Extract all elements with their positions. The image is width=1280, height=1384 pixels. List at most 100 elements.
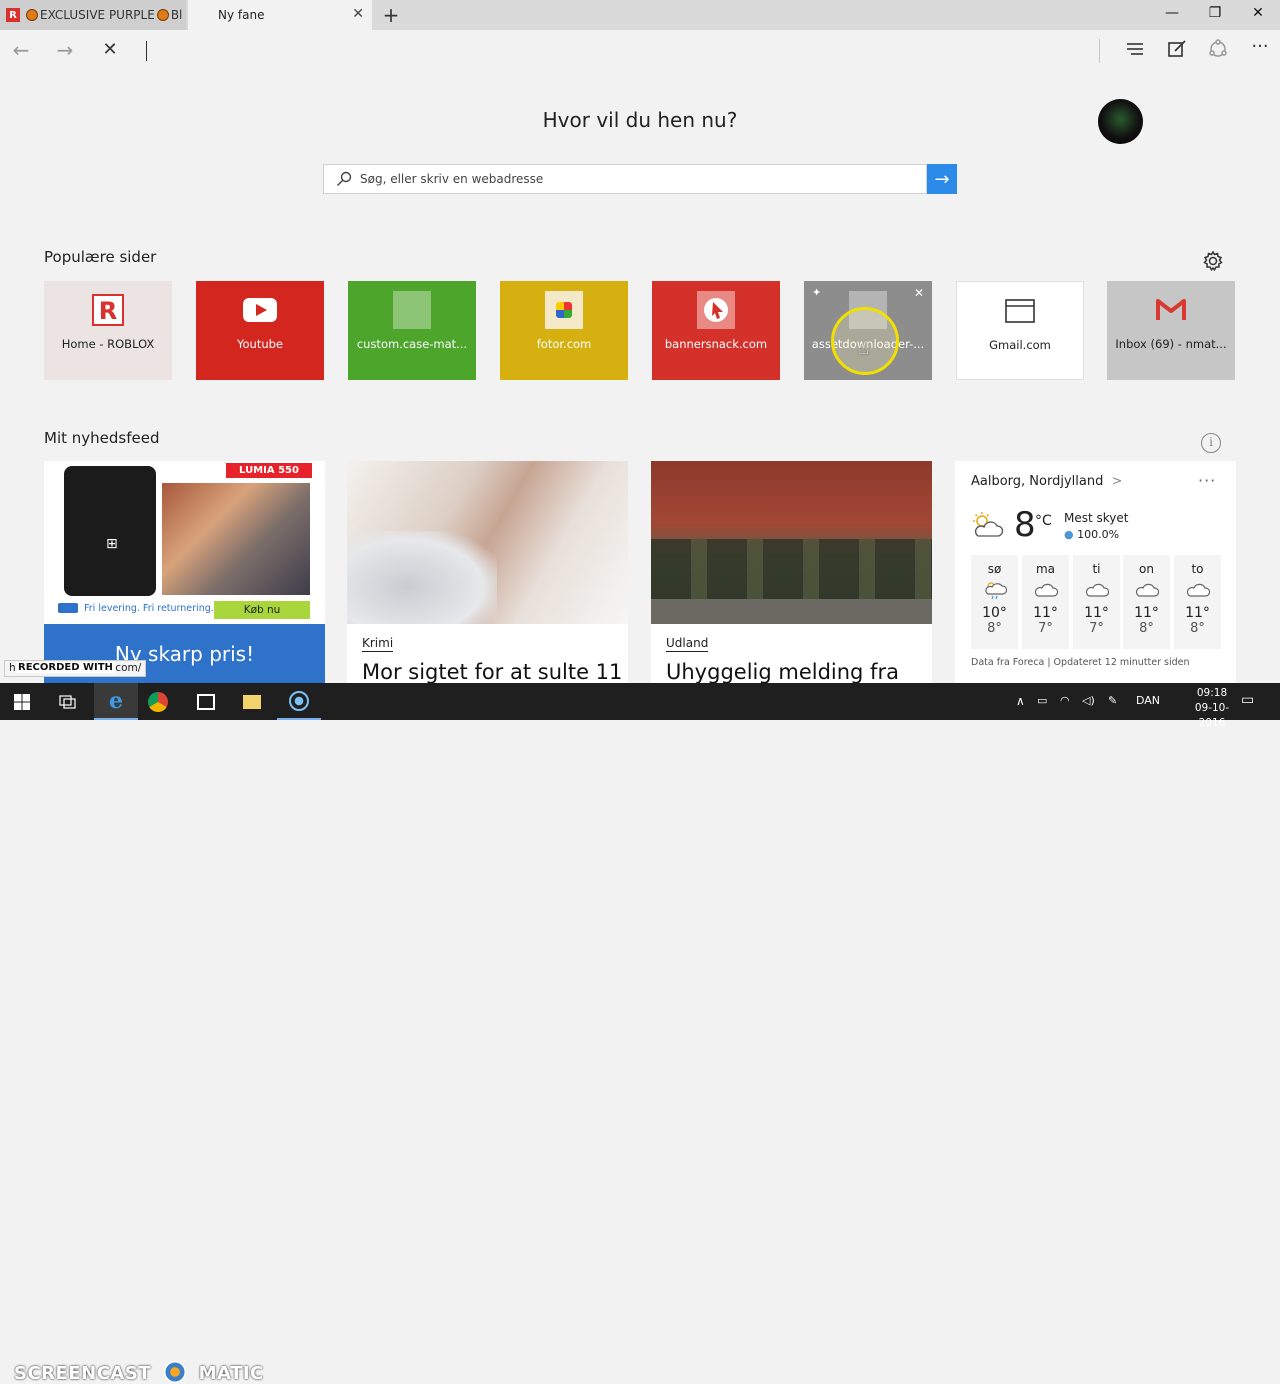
- ad-shipping: Fri levering. Fri returnering.: [84, 603, 214, 614]
- weather-card[interactable]: Aalborg, Nordjylland > ··· 8 °C Mest sky…: [955, 461, 1236, 686]
- forecast-low: 8°: [1139, 621, 1154, 636]
- svg-text:R: R: [99, 297, 117, 325]
- forecast-day[interactable]: on 11° 8°: [1123, 555, 1170, 649]
- weather-location[interactable]: Aalborg, Nordjylland >: [971, 474, 1122, 489]
- action-center-icon[interactable]: ▭: [1241, 692, 1254, 708]
- top-site-tile[interactable]: Youtube: [196, 281, 324, 380]
- cloud-icon: [1073, 580, 1120, 602]
- more-icon[interactable]: ···: [1247, 36, 1273, 57]
- weather-temp: 8: [1014, 505, 1036, 545]
- web-note-icon[interactable]: [1164, 39, 1190, 64]
- stop-button[interactable]: ✕: [97, 39, 123, 60]
- edge-taskbar-button[interactable]: e: [94, 683, 138, 720]
- forecast-day[interactable]: to 11° 8°: [1174, 555, 1221, 649]
- news-card-udland[interactable]: Udland Uhyggelig melding fra: [651, 461, 932, 686]
- chrome-taskbar-button[interactable]: [136, 683, 180, 720]
- taskbar: e SCREENCAST MATIC ∧ ▭ ◠ ◁) ✎ DAN 09:18 …: [0, 683, 1280, 1384]
- forecast-high: 11°: [1134, 605, 1159, 621]
- search-go-button[interactable]: →: [927, 164, 957, 194]
- news-feed-title: Mit nyhedsfeed: [44, 429, 160, 447]
- forecast-high: 11°: [1084, 605, 1109, 621]
- wifi-icon[interactable]: ◠: [1060, 694, 1070, 707]
- ad-card[interactable]: ⊞ LUMIA 550 Fri levering. Fri returnerin…: [44, 461, 325, 686]
- ad-badge: LUMIA 550: [226, 463, 312, 478]
- news-title[interactable]: Mor sigtet for at sulte 11: [362, 660, 622, 684]
- forecast-low: 7°: [1089, 621, 1104, 636]
- top-site-tile[interactable]: bannersnack.com: [652, 281, 780, 380]
- buy-now-button[interactable]: Køb nu: [214, 601, 310, 619]
- top-site-tile[interactable]: Gmail.com: [956, 281, 1084, 380]
- search-icon: [337, 171, 352, 186]
- roblox-logo-icon: R: [89, 291, 127, 329]
- cloud-icon: [1022, 580, 1069, 602]
- info-icon[interactable]: i: [1201, 433, 1221, 453]
- pen-icon[interactable]: ✎: [1108, 694, 1117, 707]
- new-tab-button[interactable]: +: [380, 3, 402, 27]
- news-category[interactable]: Krimi: [362, 636, 394, 652]
- roblox-favicon-icon: R: [6, 8, 20, 22]
- task-view-button[interactable]: [46, 683, 90, 720]
- top-site-tile[interactable]: custom.case-mat...: [348, 281, 476, 380]
- close-window-button[interactable]: ✕: [1238, 5, 1278, 21]
- watermark-right: MATIC: [198, 1363, 264, 1384]
- screencast-taskbar-button[interactable]: [277, 683, 321, 720]
- chrome-icon: [148, 691, 168, 712]
- toolbar-divider: [1099, 39, 1100, 63]
- battery-icon[interactable]: ▭: [1037, 694, 1047, 707]
- forecast-low: 8°: [987, 621, 1002, 636]
- language-indicator[interactable]: DAN: [1136, 694, 1160, 707]
- forecast-low: 7°: [1038, 621, 1053, 636]
- avatar[interactable]: [1098, 99, 1143, 144]
- fotor-logo-icon: [545, 291, 583, 329]
- news-title[interactable]: Uhyggelig melding fra: [666, 660, 899, 684]
- search-input[interactable]: [360, 169, 900, 189]
- maximize-button[interactable]: ❐: [1195, 5, 1235, 21]
- hub-icon[interactable]: [1122, 39, 1148, 64]
- top-site-tile[interactable]: Inbox (69) - nmat...: [1107, 281, 1235, 380]
- forecast-day[interactable]: ti 11° 7°: [1073, 555, 1120, 649]
- store-taskbar-button[interactable]: [184, 683, 228, 720]
- news-card-krimi[interactable]: Krimi Mor sigtet for at sulte 11: [347, 461, 628, 686]
- chevron-up-icon[interactable]: ∧: [1016, 694, 1025, 708]
- news-category[interactable]: Udland: [666, 636, 709, 652]
- droplet-icon: ●: [1064, 528, 1074, 541]
- remove-tile-icon[interactable]: ✕: [914, 286, 924, 300]
- top-site-tile[interactable]: R Home - ROBLOX: [44, 281, 172, 380]
- windows-logo-icon: ⊞: [106, 536, 118, 552]
- forecast-day[interactable]: sø 10° 8°: [971, 555, 1018, 649]
- address-caret[interactable]: [146, 41, 147, 61]
- weather-more-icon[interactable]: ···: [1198, 471, 1216, 490]
- back-button[interactable]: ←: [8, 38, 34, 62]
- windows-logo-icon: [14, 693, 30, 710]
- tab-label: Ny fane: [218, 8, 265, 22]
- tab-exclusive-purple[interactable]: R EXCLUSIVE PURPLE Bl: [0, 0, 186, 30]
- close-tab-icon[interactable]: ✕: [352, 6, 364, 22]
- page-heading: Hvor vil du hen nu?: [542, 108, 738, 132]
- youtube-logo-icon: [241, 291, 279, 329]
- screencast-logo-icon: [163, 1361, 186, 1383]
- weather-location-text: Aalborg, Nordjylland: [971, 474, 1104, 489]
- tab-ny-fane[interactable]: Ny fane ✕: [188, 0, 372, 30]
- share-icon[interactable]: [1205, 39, 1231, 64]
- watermark-recorded: RECORDED WITH: [16, 662, 115, 673]
- explorer-taskbar-button[interactable]: [230, 683, 274, 720]
- top-site-tile[interactable]: fotor.com: [500, 281, 628, 380]
- weather-precip: ● 100.0%: [1064, 528, 1119, 541]
- road-image: [651, 599, 932, 624]
- pin-icon[interactable]: ✦: [812, 286, 821, 299]
- start-button[interactable]: [0, 683, 44, 720]
- rain-cloud-icon: [971, 580, 1018, 602]
- forecast-day-name: ma: [1035, 562, 1056, 576]
- volume-icon[interactable]: ◁): [1082, 694, 1095, 707]
- clock[interactable]: 09:18 09-10-2016: [1182, 686, 1242, 731]
- tile-label: Home - ROBLOX: [61, 337, 155, 351]
- watermark-left: SCREENCAST: [14, 1363, 152, 1384]
- forecast-high: 11°: [1033, 605, 1058, 621]
- forward-button[interactable]: →: [52, 38, 78, 62]
- minimize-button[interactable]: —: [1152, 5, 1192, 21]
- gear-icon[interactable]: [1202, 250, 1224, 272]
- news-image: [347, 461, 628, 624]
- people-photo: [162, 483, 310, 595]
- forecast-day[interactable]: ma 11° 7°: [1022, 555, 1069, 649]
- search-box[interactable]: [323, 164, 927, 194]
